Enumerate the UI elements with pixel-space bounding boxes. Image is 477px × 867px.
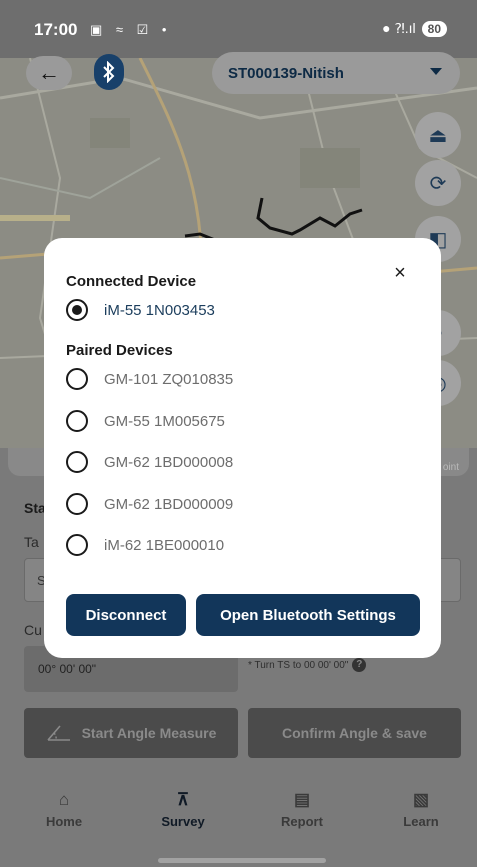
radio-unselected-icon: [66, 493, 88, 515]
paired-device-name: iM-62 1BE000010: [104, 536, 225, 554]
bluetooth-device-dialog: × Connected Device iM-55 1N003453 Paired…: [44, 238, 441, 658]
close-button[interactable]: ×: [389, 262, 411, 284]
close-icon: ×: [394, 262, 406, 284]
paired-device-option[interactable]: GM-62 1BD000008: [66, 451, 233, 473]
radio-unselected-icon: [66, 451, 88, 473]
paired-device-name: GM-62 1BD000008: [104, 453, 234, 471]
connected-device-option[interactable]: iM-55 1N003453: [66, 299, 215, 321]
paired-device-option[interactable]: GM-101 ZQ010835: [66, 368, 233, 390]
paired-device-option[interactable]: iM-62 1BE000010: [66, 534, 224, 556]
connected-device-name: iM-55 1N003453: [104, 301, 215, 319]
radio-unselected-icon: [66, 410, 88, 432]
paired-device-name: GM-62 1BD000009: [104, 495, 234, 513]
open-bluetooth-settings-button[interactable]: Open Bluetooth Settings: [196, 594, 420, 636]
paired-devices-title: Paired Devices: [66, 342, 173, 359]
connected-device-title: Connected Device: [66, 273, 197, 290]
disconnect-button[interactable]: Disconnect: [66, 594, 186, 636]
radio-unselected-icon: [66, 368, 88, 390]
paired-device-option[interactable]: GM-62 1BD000009: [66, 493, 233, 515]
paired-device-name: GM-101 ZQ010835: [104, 370, 234, 388]
radio-selected-icon: [66, 299, 88, 321]
paired-device-name: GM-55 1M005675: [104, 412, 225, 430]
paired-device-option[interactable]: GM-55 1M005675: [66, 410, 225, 432]
radio-unselected-icon: [66, 534, 88, 556]
